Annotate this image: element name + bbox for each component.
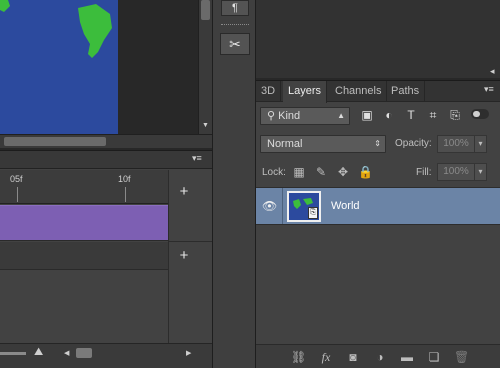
adjustment-filter-icon[interactable]: ◐ [382,108,396,122]
tools-icon[interactable]: ✂ [220,33,250,55]
timeline-footer: ⛰ ◀ ▶ [0,343,212,368]
filter-kind-select[interactable]: ⚲ Kind ▲ [260,107,350,125]
opacity-label: Opacity: [395,138,432,149]
filter-kind-value: Kind [278,110,301,122]
document-window: ▼ [0,0,212,148]
panel-tab-bar: 3D Layers Channels Paths ▾≡ [256,81,500,103]
lock-pixels-brush-icon[interactable]: ✎ [314,165,328,179]
panel-dock-column: ¶ ✂ [212,0,256,368]
adjustment-icon[interactable]: ◑ [373,350,387,364]
lock-all-icon[interactable]: 🔒 [358,165,373,179]
link-icon[interactable]: ⛓ [291,350,306,364]
lock-label: Lock: [262,167,286,178]
smart-object-filter-icon[interactable]: ⎘ [448,108,462,122]
world-map-image [0,0,118,134]
layer-row[interactable]: 👁 ⎘ World [256,187,500,225]
panel-menu-icon[interactable]: ▾≡ [192,153,202,164]
panel-collapse-icon[interactable]: ◂ [490,66,495,77]
tab-channels[interactable]: Channels [330,81,388,102]
divider [282,188,283,224]
new-layer-icon[interactable]: ❏ [427,350,441,364]
add-media-button[interactable]: + [177,184,191,199]
smart-object-badge-icon: ⎘ [308,207,318,219]
upper-panel: ◂ [256,0,500,78]
layer-thumbnail[interactable]: ⎘ [287,191,321,222]
scroll-down-arrow-icon[interactable]: ▼ [202,122,209,129]
type-filter-icon[interactable]: T [404,108,418,122]
eye-visibility-icon[interactable]: 👁 [262,199,277,213]
chevron-down-icon: ⇕ [374,139,381,148]
timeline-audio-track[interactable] [0,242,168,270]
divider [168,241,212,242]
tab-paths[interactable]: Paths [386,81,426,102]
scroll-right-arrow-icon[interactable]: ▶ [186,349,191,357]
horizontal-scrollbar[interactable] [0,134,212,148]
layers-panel: 3D Layers Channels Paths ▾≡ ⚲ Kind ▲ ▣ ◐… [256,80,500,368]
fill-dropdown-icon[interactable]: ▾ [475,163,487,181]
opacity-dropdown-icon[interactable]: ▾ [475,135,487,153]
blend-mode-select[interactable]: Normal ⇕ [260,135,386,153]
add-audio-button[interactable]: + [177,248,191,263]
layer-name[interactable]: World [331,200,360,212]
updown-arrow-icon: ▲ [337,111,345,120]
ruler-label-10f: 10f [118,174,131,184]
blend-mode-value: Normal [267,138,303,150]
timeline-panel: ▾≡ 05f 10f + + ⛰ ◀ ▶ [0,150,212,368]
timeline-track-clip[interactable] [0,205,168,241]
ruler-tick [17,187,18,202]
pixel-filter-icon[interactable]: ▣ [360,108,374,122]
zoom-in-mountain-icon[interactable]: ⛰ [34,346,43,359]
ruler-tick [125,187,126,202]
lock-position-icon[interactable]: ✥ [336,165,350,179]
timeline-header: ▾≡ [0,151,212,169]
scroll-left-arrow-icon[interactable]: ◀ [64,349,69,357]
fx-icon[interactable]: fx [319,350,333,364]
shape-filter-icon[interactable]: ⌗ [426,108,440,122]
horizontal-scroll-thumb[interactable] [4,137,106,146]
tab-3d[interactable]: 3D [256,81,282,102]
panel-menu-icon[interactable]: ▾≡ [484,84,494,95]
timeline-ruler[interactable]: 05f 10f [0,170,168,204]
paragraph-icon[interactable]: ¶ [221,0,249,16]
lock-transparency-icon[interactable]: ▦ [292,165,306,179]
fill-field[interactable]: 100% [437,163,475,181]
canvas-image[interactable] [0,0,118,134]
zoom-slider[interactable] [0,352,26,355]
ruler-label-05f: 05f [10,174,23,184]
tab-layers[interactable]: Layers [283,81,328,103]
folder-icon[interactable]: ▬ [400,350,414,364]
timeline-scroll-thumb[interactable] [76,348,92,358]
dock-grip[interactable] [221,24,249,28]
mask-icon[interactable]: ◙ [346,350,360,364]
filter-toggle-knob [473,111,480,117]
vertical-scroll-thumb[interactable] [201,0,210,20]
trash-icon[interactable]: 🗑 [454,350,469,364]
timeline-track-controls: + + [168,170,212,350]
opacity-field[interactable]: 100% [437,135,475,153]
layers-footer-toolbar: ⛓ fx ◙ ◑ ▬ ❏ 🗑 [256,344,500,368]
vertical-scrollbar[interactable]: ▼ [198,0,212,134]
fill-label: Fill: [416,167,432,178]
search-icon: ⚲ [267,110,279,122]
